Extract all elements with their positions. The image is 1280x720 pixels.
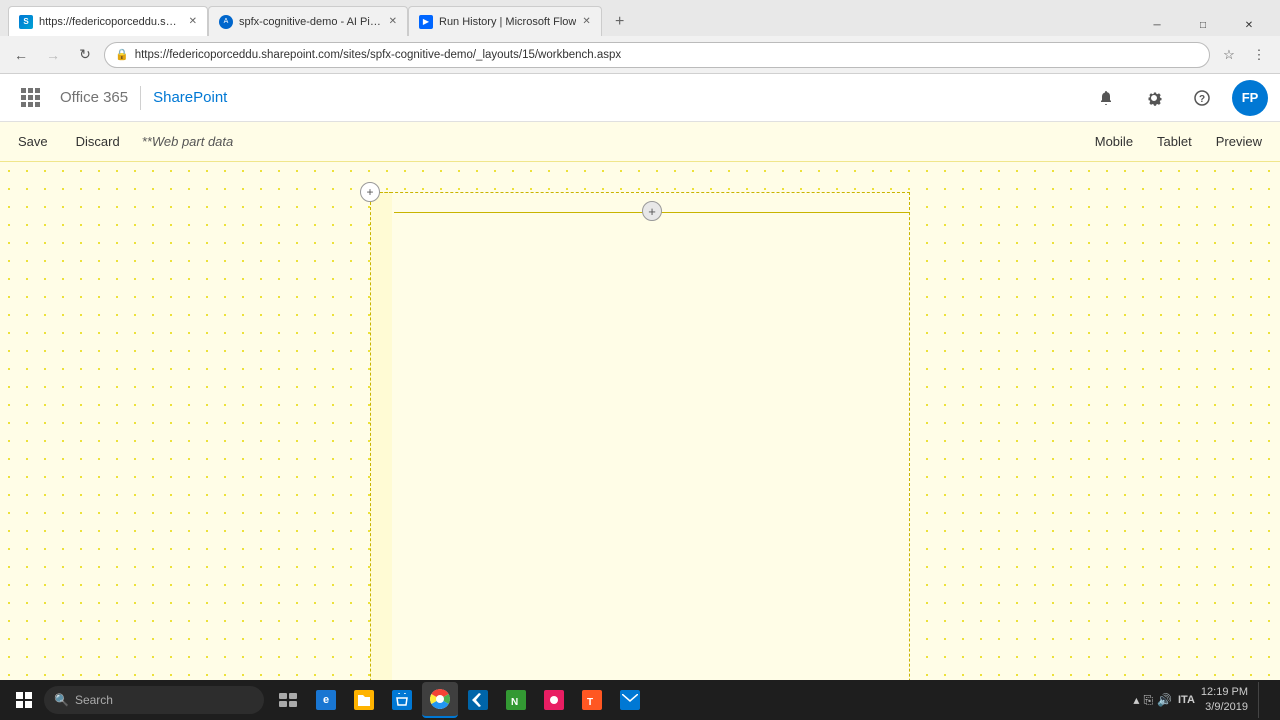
save-button[interactable]: Save <box>12 130 54 153</box>
notification-icon <box>1098 90 1114 106</box>
paint-icon <box>544 690 564 710</box>
o365-navbar: Office 365 SharePoint ? FP <box>0 74 1280 122</box>
show-desktop-button[interactable] <box>1258 682 1266 718</box>
store-icon <box>392 690 412 710</box>
svg-text:N: N <box>511 697 518 707</box>
close-button[interactable]: ✕ <box>1226 14 1272 36</box>
avatar-initials: FP <box>1242 90 1259 105</box>
column-indicator <box>370 192 392 680</box>
preview-button[interactable]: Preview <box>1210 130 1268 153</box>
office365-title[interactable]: Office 365 <box>60 89 128 106</box>
tray-clock[interactable]: 12:19 PM 3/9/2019 <box>1201 685 1248 716</box>
help-icon: ? <box>1194 90 1210 106</box>
tab3-title: Run History | Microsoft Flow <box>439 16 576 28</box>
chrome-taskbar-item[interactable] <box>422 682 458 718</box>
address-text: https://federicoporceddu.sharepoint.com/… <box>135 49 1199 61</box>
tray-language: ITA <box>1178 694 1195 706</box>
tray-network-icon[interactable]: ⎘ <box>1143 693 1153 708</box>
browser-tab-1[interactable]: S https://federicoporceddu.share... ✕ <box>8 6 208 36</box>
mobile-button[interactable]: Mobile <box>1089 130 1139 153</box>
ie-taskbar-item[interactable]: e <box>308 682 344 718</box>
browser-menu-button[interactable]: ⋮ <box>1246 42 1272 68</box>
webpart-zone: + <box>394 207 910 217</box>
tab3-favicon: ▶ <box>419 15 433 29</box>
taskbar-items: e <box>270 682 648 718</box>
section-top-border <box>370 192 910 193</box>
tab1-close[interactable]: ✕ <box>189 16 197 27</box>
tab3-close[interactable]: ✕ <box>582 16 590 27</box>
task-view-button[interactable] <box>270 682 306 718</box>
start-button[interactable] <box>6 682 42 718</box>
mail-taskbar-item[interactable] <box>612 682 648 718</box>
web-part-data-label: **Web part data <box>142 134 234 149</box>
app-launcher-button[interactable] <box>12 80 48 116</box>
main-content: + + <box>0 162 1280 680</box>
taskbar-search-placeholder: Search <box>75 693 113 707</box>
workbench-canvas: + + <box>370 192 910 680</box>
browser-tab-3[interactable]: ▶ Run History | Microsoft Flow ✕ <box>408 6 602 36</box>
refresh-button[interactable]: ↻ <box>72 42 98 68</box>
settings-button[interactable] <box>1136 80 1172 116</box>
windows-logo-icon <box>16 692 32 708</box>
tab2-title: spfx-cognitive-demo - AI Pictu... <box>239 16 383 28</box>
minimize-button[interactable]: ─ <box>1134 14 1180 36</box>
new-tab-button[interactable]: + <box>606 8 634 36</box>
tab2-favicon: A <box>219 15 233 29</box>
add-webpart-button[interactable]: + <box>642 201 662 221</box>
taskbar-search[interactable]: 🔍 Search <box>44 686 264 714</box>
tabs-bar: S https://federicoporceddu.share... ✕ A … <box>0 0 1280 36</box>
taskbar-search-icon: 🔍 <box>54 693 69 707</box>
tab1-favicon: S <box>19 15 33 29</box>
svg-text:T: T <box>587 697 593 707</box>
discard-button[interactable]: Discard <box>70 130 126 153</box>
teams-taskbar-item[interactable]: T <box>574 682 610 718</box>
waffle-grid-icon <box>21 88 40 107</box>
help-button[interactable]: ? <box>1184 80 1220 116</box>
taskbar: 🔍 Search e <box>0 680 1280 720</box>
tray-date-value: 3/9/2019 <box>1201 700 1248 715</box>
mail-icon <box>620 690 640 710</box>
tray-icons: ▴ ⎘ 🔊 <box>1133 693 1172 708</box>
browser-tab-2[interactable]: A spfx-cognitive-demo - AI Pictu... ✕ <box>208 6 408 36</box>
ie-icon: e <box>316 690 336 710</box>
tray-chevron-icon[interactable]: ▴ <box>1133 693 1139 707</box>
address-bar-row: ← → ↻ 🔒 https://federicoporceddu.sharepo… <box>0 36 1280 74</box>
settings-gear-icon <box>1146 90 1162 106</box>
forward-button[interactable]: → <box>40 42 66 68</box>
tab1-title: https://federicoporceddu.share... <box>39 16 183 28</box>
tablet-button[interactable]: Tablet <box>1151 130 1198 153</box>
chrome-icon <box>430 689 450 709</box>
paint-taskbar-item[interactable] <box>536 682 572 718</box>
file-explorer-icon <box>354 690 374 710</box>
store-taskbar-item[interactable] <box>384 682 420 718</box>
maximize-button[interactable]: □ <box>1180 14 1226 36</box>
vscode-taskbar-item[interactable] <box>460 682 496 718</box>
nodejs-taskbar-item[interactable]: N <box>498 682 534 718</box>
notification-button[interactable] <box>1088 80 1124 116</box>
tray-volume-icon[interactable]: 🔊 <box>1157 693 1172 707</box>
nodejs-icon: N <box>506 690 526 710</box>
browser-window: S https://federicoporceddu.share... ✕ A … <box>0 0 1280 720</box>
section-add-button[interactable]: + <box>360 182 380 202</box>
vscode-icon <box>468 690 488 710</box>
svg-text:?: ? <box>1199 94 1205 105</box>
system-tray: ▴ ⎘ 🔊 ITA 12:19 PM 3/9/2019 <box>1125 682 1274 718</box>
sharepoint-title[interactable]: SharePoint <box>153 89 227 106</box>
user-avatar-button[interactable]: FP <box>1232 80 1268 116</box>
tray-time-value: 12:19 PM <box>1201 685 1248 700</box>
file-explorer-taskbar-item[interactable] <box>346 682 382 718</box>
window-controls: ─ □ ✕ <box>1134 14 1272 36</box>
back-button[interactable]: ← <box>8 42 34 68</box>
section-right-border <box>909 192 910 680</box>
bookmark-star-icon[interactable]: ☆ <box>1216 42 1242 68</box>
teams-icon: T <box>582 690 602 710</box>
task-view-icon <box>279 693 297 707</box>
workbench-toolbar: Save Discard **Web part data Mobile Tabl… <box>0 122 1280 162</box>
navbar-divider <box>140 86 141 110</box>
lock-icon: 🔒 <box>115 48 129 61</box>
address-bar[interactable]: 🔒 https://federicoporceddu.sharepoint.co… <box>104 42 1210 68</box>
tab2-close[interactable]: ✕ <box>389 16 397 27</box>
preview-buttons: Mobile Tablet Preview <box>1089 130 1268 153</box>
address-actions: ☆ ⋮ <box>1216 42 1272 68</box>
